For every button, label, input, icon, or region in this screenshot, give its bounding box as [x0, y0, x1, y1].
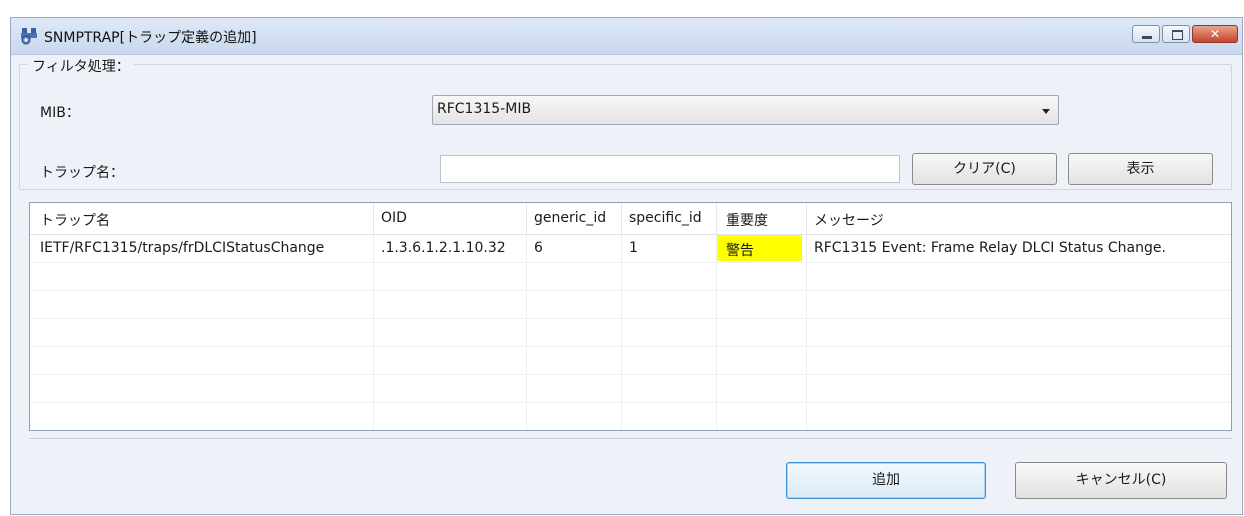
clear-button[interactable]: クリア(C) — [912, 153, 1057, 185]
empty-row — [30, 290, 1231, 319]
trap-name-label: トラップ名： — [40, 165, 124, 181]
cell-oid: .1.3.6.1.2.1.10.32 — [381, 240, 506, 256]
column-header-generic-id[interactable]: generic_id — [534, 210, 606, 226]
maximize-icon — [1172, 30, 1183, 40]
cell-specific-id: 1 — [629, 240, 638, 256]
column-header-message[interactable]: メッセージ — [814, 210, 884, 230]
window-title: SNMPTRAP[トラップ定義の追加] — [44, 30, 257, 46]
trap-name-input[interactable] — [440, 155, 900, 183]
table-row[interactable]: IETF/RFC1315/traps/frDLCIStatusChange .1… — [30, 234, 1231, 263]
column-header-oid[interactable]: OID — [381, 210, 407, 226]
column-header-specific-id[interactable]: specific_id — [629, 210, 702, 226]
cell-generic-id: 6 — [534, 240, 543, 256]
minimize-button[interactable] — [1132, 25, 1160, 43]
empty-row — [30, 346, 1231, 375]
filter-group: フィルタ処理： MIB： RFC1315-MIB トラップ名： クリア(C) 表… — [19, 56, 1232, 190]
maximize-button[interactable] — [1162, 25, 1190, 43]
cell-message: RFC1315 Event: Frame Relay DLCI Status C… — [814, 240, 1166, 256]
mib-label: MIB： — [40, 105, 80, 121]
mib-select[interactable]: RFC1315-MIB — [432, 95, 1059, 125]
column-header-trap-name[interactable]: トラップ名 — [40, 210, 110, 230]
snmp-trap-app-icon — [21, 28, 37, 45]
divider — [29, 438, 1232, 439]
close-button[interactable]: ✕ — [1192, 25, 1238, 43]
mib-select-value: RFC1315-MIB — [437, 101, 532, 117]
trap-table: トラップ名 OID generic_id specific_id 重要度 メッセ… — [29, 202, 1232, 431]
close-icon: ✕ — [1209, 27, 1221, 41]
cell-trap-name: IETF/RFC1315/traps/frDLCIStatusChange — [40, 240, 325, 256]
empty-row — [30, 262, 1231, 291]
column-header-severity[interactable]: 重要度 — [726, 210, 768, 230]
cancel-button[interactable]: キャンセル(C) — [1015, 462, 1227, 499]
chevron-down-icon — [1042, 109, 1050, 114]
show-button[interactable]: 表示 — [1068, 153, 1213, 185]
title-bar[interactable]: SNMPTRAP[トラップ定義の追加] ✕ — [11, 18, 1242, 55]
dialog-window: SNMPTRAP[トラップ定義の追加] ✕ フィルタ処理： MIB： RFC13… — [10, 17, 1243, 515]
minimize-icon — [1142, 36, 1152, 39]
empty-row — [30, 318, 1231, 347]
table-header: トラップ名 OID generic_id specific_id 重要度 メッセ… — [30, 203, 1231, 235]
cell-severity: 警告 — [726, 243, 754, 259]
empty-row — [30, 374, 1231, 403]
filter-group-title: フィルタ処理： — [28, 56, 134, 76]
add-button[interactable]: 追加 — [786, 462, 986, 499]
